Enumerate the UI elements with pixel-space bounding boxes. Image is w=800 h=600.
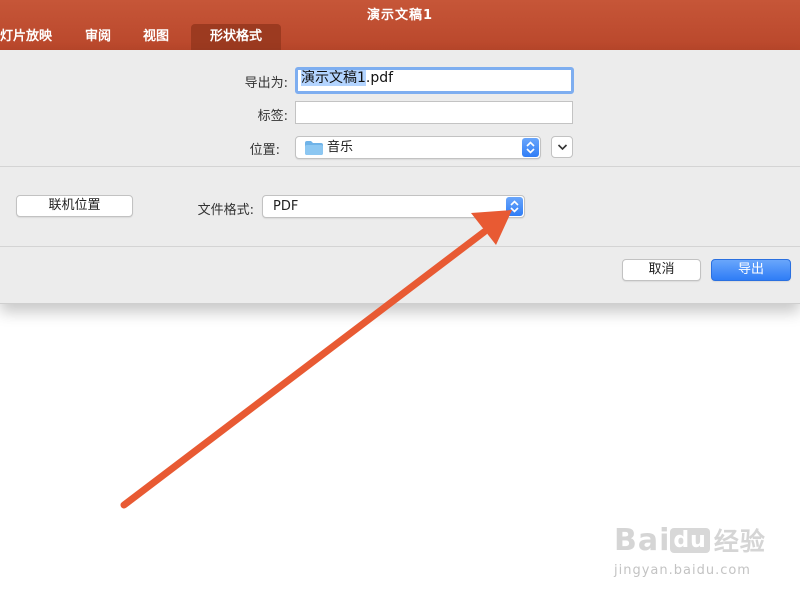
file-format-value: PDF	[273, 199, 299, 214]
window-title: 演示文稿1	[366, 8, 434, 23]
location-stepper[interactable]	[522, 138, 539, 157]
tab-slideshow[interactable]: 灯片放映	[0, 24, 52, 50]
divider	[0, 166, 800, 167]
tags-field[interactable]	[295, 101, 573, 124]
cancel-button[interactable]: 取消	[622, 259, 701, 281]
tags-label: 标签:	[257, 109, 288, 124]
tab-view[interactable]: 视图	[143, 24, 169, 50]
export-dialog: 导出为: 演示文稿1.pdf 标签: 位置: 音乐 联机位置 文件格式: PDF	[0, 50, 800, 304]
folder-icon	[305, 141, 323, 155]
ribbon: 演示文稿1 灯片放映 审阅 视图 形状格式	[0, 0, 800, 50]
export-as-label: 导出为:	[244, 76, 288, 91]
file-format-select[interactable]: PDF	[262, 195, 525, 218]
updown-chevron-icon	[526, 141, 535, 154]
divider	[0, 246, 800, 247]
export-as-extension: .pdf	[365, 70, 394, 86]
tab-review[interactable]: 审阅	[85, 24, 111, 50]
expand-location-button[interactable]	[551, 136, 573, 158]
export-as-selected-text: 演示文稿1	[301, 70, 366, 86]
location-value: 音乐	[327, 140, 354, 155]
tab-shape-format[interactable]: 形状格式	[191, 24, 281, 50]
location-select[interactable]: 音乐	[295, 136, 541, 159]
baidu-jingyan-watermark: Bai du 经验	[614, 523, 766, 558]
updown-chevron-icon	[510, 200, 519, 213]
online-locations-button[interactable]: 联机位置	[16, 195, 133, 217]
chevron-down-icon	[557, 144, 568, 151]
watermark-url: jingyan.baidu.com	[614, 563, 751, 578]
file-format-stepper[interactable]	[506, 197, 523, 216]
export-button[interactable]: 导出	[711, 259, 791, 281]
export-as-field[interactable]: 演示文稿1.pdf	[295, 67, 574, 94]
location-label: 位置:	[249, 143, 280, 158]
file-format-label: 文件格式:	[197, 203, 254, 218]
